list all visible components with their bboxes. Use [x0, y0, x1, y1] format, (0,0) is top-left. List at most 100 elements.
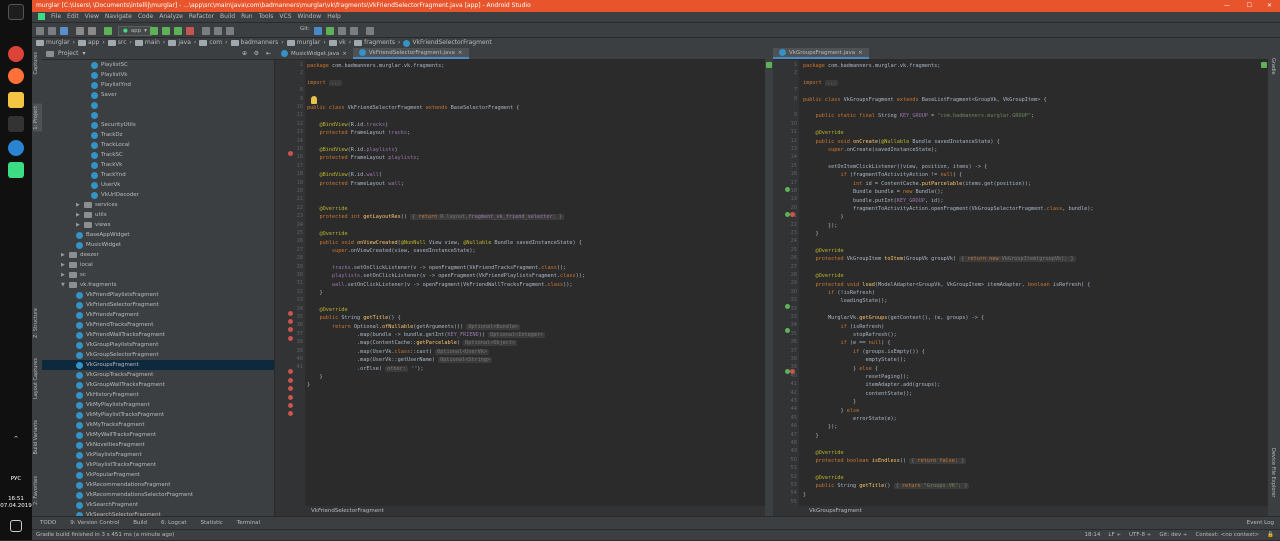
menu-item[interactable]: Window [298, 12, 322, 22]
tree-class[interactable]: SecurityUtils [91, 120, 136, 130]
breakpoint-icon[interactable] [288, 395, 293, 400]
tree-class[interactable]: VkFriendSelectorFragment [76, 300, 159, 310]
tree-class[interactable]: VkFriendPlaylistsFragment [76, 290, 159, 300]
bottom-tool-tab[interactable]: Terminal [237, 517, 260, 529]
tree-class[interactable]: VkMyPlaylistTracksFragment [76, 410, 164, 420]
menu-item[interactable]: Run [241, 12, 253, 22]
chevron-right-icon[interactable]: ▶ [61, 250, 66, 260]
menu-item[interactable]: File [51, 12, 61, 22]
tree-class[interactable] [91, 110, 101, 120]
sync-icon[interactable] [60, 27, 68, 35]
bottom-tool-tab[interactable]: Statistic [201, 517, 223, 529]
chevron-right-icon[interactable]: ▶ [61, 270, 66, 280]
tree-class[interactable]: VkMyTracksFragment [76, 420, 144, 430]
tree-class[interactable]: VkFriendWallTracksFragment [76, 330, 165, 340]
menu-item[interactable]: Tools [259, 12, 274, 22]
breakpoint-icon[interactable] [288, 403, 293, 408]
tree-class[interactable]: VkMyWallTracksFragment [76, 430, 156, 440]
maximize-button[interactable]: ☐ [1247, 0, 1252, 12]
gear-icon[interactable]: ⚙ [254, 48, 259, 60]
code-left[interactable]: package com.badmanners.murglar.vk.fragme… [307, 62, 585, 390]
tree-folder[interactable]: ▶ sc [61, 270, 86, 280]
structure-tab[interactable]: Z: Structure [33, 308, 39, 338]
bottom-tool-tab[interactable]: Build [133, 517, 147, 529]
tree-class[interactable]: VkUrlDecoder [91, 190, 139, 200]
app-icon[interactable] [8, 116, 24, 132]
tree-class[interactable]: VkFriendsFragment [76, 310, 139, 320]
tree-class[interactable]: VkPopularFragment [76, 470, 140, 480]
tree-class[interactable]: TrackLocal [91, 140, 130, 150]
android-studio-icon[interactable] [8, 162, 24, 178]
tree-class[interactable]: VkGroupPlaylistsFragment [76, 340, 158, 350]
git-history-icon[interactable] [338, 27, 346, 35]
breakpoint-icon[interactable] [288, 378, 293, 383]
tray-chevron-icon[interactable]: ^ [0, 436, 32, 442]
bottom-tool-tab[interactable]: TODO [40, 517, 56, 529]
close-icon[interactable]: × [342, 48, 347, 60]
breakpoint-icon[interactable] [288, 386, 293, 391]
tree-class[interactable]: PlaylistYnd [91, 80, 131, 90]
git-revert-icon[interactable] [350, 27, 358, 35]
notifications-icon[interactable] [10, 520, 22, 532]
editor-splitter[interactable] [765, 48, 773, 516]
tree-class[interactable]: TrackVk [91, 160, 122, 170]
tree-class[interactable]: VkPlaylistsFragment [76, 450, 142, 460]
status-message[interactable]: Gradle build finished in 3 s 451 ms (a m… [36, 532, 174, 538]
override-icon[interactable] [785, 304, 790, 309]
tree-class[interactable]: MusicWidget [76, 240, 121, 250]
tree-class[interactable]: VkMyPlaylistsFragment [76, 400, 150, 410]
favorites-tab[interactable]: 2: Favorites [33, 476, 39, 505]
tree-folder[interactable]: ▶ deezer [61, 250, 99, 260]
breadcrumb-item[interactable]: main [134, 38, 160, 48]
bottom-tool-tab[interactable]: 6: Logcat [161, 517, 186, 529]
breadcrumb-item[interactable]: app [78, 38, 99, 48]
code-right[interactable]: package com.badmanners.murglar.vk.fragme… [803, 62, 1093, 499]
tree-class[interactable]: VkFriendTracksFragment [76, 320, 153, 330]
breakpoint-icon[interactable] [790, 369, 795, 374]
sdk-manager-icon[interactable] [202, 27, 210, 35]
undo-icon[interactable] [76, 27, 84, 35]
menu-item[interactable]: Analyze [159, 12, 183, 22]
editor-tab[interactable]: VkGroupsFragment.java × [773, 48, 869, 59]
breadcrumb-item[interactable]: java [168, 38, 191, 48]
chevron-right-icon[interactable]: ▶ [76, 200, 81, 210]
layout-captures-tab[interactable]: Layout Captures [33, 358, 39, 399]
encoding[interactable]: UTF-8 ÷ [1129, 530, 1151, 541]
open-icon[interactable] [36, 27, 44, 35]
tree-class[interactable]: VkPlaylistTracksFragment [76, 460, 156, 470]
tree-folder[interactable]: ▶ local [61, 260, 93, 270]
breadcrumb-item[interactable]: murglar [36, 38, 70, 48]
tree-folder[interactable]: ▶ services [76, 200, 118, 210]
breakpoint-icon[interactable] [288, 311, 293, 316]
menu-item[interactable]: Navigate [105, 12, 132, 22]
breakpoint-icon[interactable] [288, 319, 293, 324]
firefox-icon[interactable] [8, 68, 24, 84]
tree-class[interactable]: VkRecommendationsSelectorFragment [76, 490, 193, 500]
tree-class[interactable]: VkNoveltiesFragment [76, 440, 145, 450]
project-tab[interactable]: 1: Project [33, 104, 42, 132]
make-icon[interactable] [104, 27, 112, 35]
tree-class[interactable]: VkGroupSelectorFragment [76, 350, 159, 360]
git-branch[interactable]: Git: dev ÷ [1159, 530, 1187, 541]
menu-item[interactable]: View [85, 12, 99, 22]
tree-class[interactable]: TrackYnd [91, 170, 126, 180]
tree-class[interactable]: PlaylistSC [91, 60, 128, 70]
tree-class[interactable]: PlaylistVk [91, 70, 128, 80]
debug-icon[interactable] [162, 27, 170, 35]
chevron-right-icon[interactable]: ▶ [76, 210, 81, 220]
chrome-icon[interactable] [8, 46, 24, 62]
search-everywhere-icon[interactable] [226, 27, 234, 35]
captures-tab[interactable]: Captures [33, 52, 39, 75]
tree-class[interactable]: VkHistoryFragment [76, 390, 139, 400]
breakpoint-icon[interactable] [288, 411, 293, 416]
git-update-icon[interactable] [314, 27, 322, 35]
context[interactable]: Context: <no context> [1195, 530, 1259, 541]
breakpoint-icon[interactable] [288, 336, 293, 341]
override-icon[interactable] [785, 328, 790, 333]
tree-folder[interactable]: ▶ views [76, 220, 111, 230]
telegram-icon[interactable] [8, 140, 24, 156]
line-separator[interactable]: LF ÷ [1108, 530, 1121, 541]
tree-class[interactable]: TrackDz [91, 130, 123, 140]
breakpoint-icon[interactable] [790, 212, 795, 217]
caret-position[interactable]: 18:14 [1085, 530, 1101, 541]
